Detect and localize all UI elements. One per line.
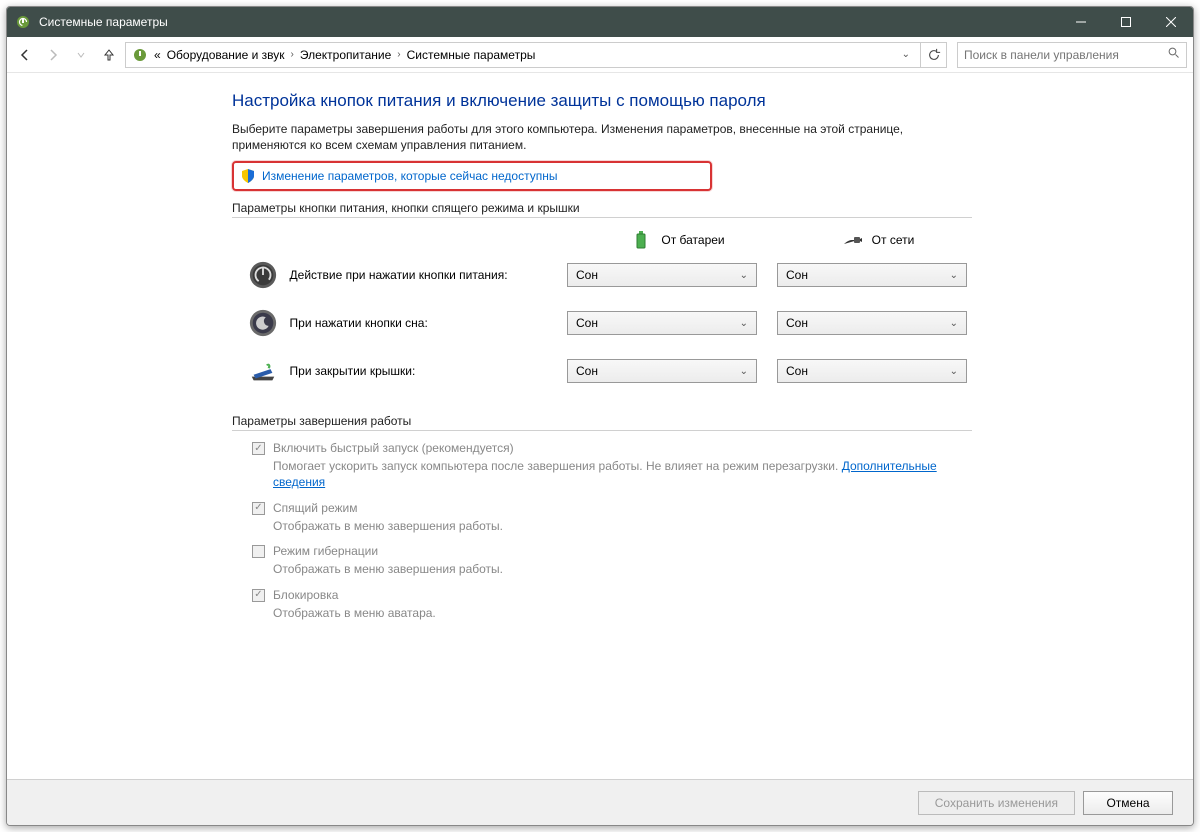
checkbox-desc: Отображать в меню аватара. [273, 606, 972, 622]
row-label: При нажатии кнопки сна: [290, 316, 567, 330]
chevron-right-icon: › [291, 49, 294, 60]
plug-icon [840, 228, 864, 252]
row-label: Действие при нажатии кнопки питания: [290, 268, 567, 282]
checkbox-label: Режим гибернации [273, 544, 378, 558]
page-title: Настройка кнопок питания и включение защ… [232, 91, 1173, 111]
breadcrumb-item[interactable]: Электропитание [300, 48, 391, 62]
fast-startup-checkbox[interactable] [252, 442, 265, 455]
chevron-down-icon: ⌄ [950, 270, 958, 281]
search-icon[interactable] [1168, 47, 1180, 62]
battery-column-header: От батареи [587, 228, 767, 252]
minimize-button[interactable] [1058, 7, 1103, 37]
close-button[interactable] [1148, 7, 1193, 37]
forward-button[interactable] [41, 43, 65, 67]
footer: Сохранить изменения Отмена [7, 779, 1193, 825]
breadcrumb[interactable]: « Оборудование и звук › Электропитание ›… [125, 42, 921, 68]
power-button-icon [247, 258, 280, 292]
checkbox-desc: Помогает ускорить запуск компьютера посл… [273, 459, 972, 490]
laptop-lid-icon [247, 354, 280, 388]
checkbox-label: Блокировка [273, 588, 338, 602]
chevron-down-icon: ⌄ [740, 366, 748, 377]
power-section-label: Параметры кнопки питания, кнопки спящего… [232, 201, 972, 218]
checkbox-desc: Отображать в меню завершения работы. [273, 562, 972, 578]
lid-battery-select[interactable]: Сон⌄ [567, 359, 757, 383]
app-icon [15, 14, 31, 30]
breadcrumb-prefix[interactable]: « [154, 48, 161, 62]
sleep-checkbox[interactable] [252, 502, 265, 515]
page-description: Выберите параметры завершения работы для… [232, 121, 972, 153]
maximize-button[interactable] [1103, 7, 1148, 37]
change-unavailable-link[interactable]: Изменение параметров, которые сейчас нед… [262, 169, 558, 183]
sleep-row: Спящий режим [252, 501, 972, 515]
chevron-down-icon: ⌄ [950, 366, 958, 377]
chevron-down-icon: ⌄ [740, 270, 748, 281]
lid-ac-select[interactable]: Сон⌄ [777, 359, 967, 383]
hibernate-row: Режим гибернации [252, 544, 972, 558]
breadcrumb-item[interactable]: Оборудование и звук [167, 48, 285, 62]
shutdown-section-label: Параметры завершения работы [232, 414, 972, 431]
sleep-button-row: При нажатии кнопки сна: Сон⌄ Сон⌄ [247, 306, 967, 340]
sleep-button-ac-select[interactable]: Сон⌄ [777, 311, 967, 335]
sleep-button-icon [247, 306, 280, 340]
admin-link-row[interactable]: Изменение параметров, которые сейчас нед… [232, 161, 712, 191]
shield-icon [240, 168, 256, 184]
power-grid: От батареи От сети Действие при нажатии … [247, 228, 967, 388]
battery-icon [629, 228, 653, 252]
power-button-battery-select[interactable]: Сон⌄ [567, 263, 757, 287]
content-area: Настройка кнопок питания и включение защ… [7, 73, 1193, 779]
shutdown-options: Включить быстрый запуск (рекомендуется) … [252, 441, 972, 621]
lock-checkbox[interactable] [252, 589, 265, 602]
refresh-button[interactable] [921, 42, 947, 68]
sleep-button-battery-select[interactable]: Сон⌄ [567, 311, 757, 335]
ac-column-header: От сети [787, 228, 967, 252]
cancel-button[interactable]: Отмена [1083, 791, 1173, 815]
lock-row: Блокировка [252, 588, 972, 602]
chevron-down-icon: ⌄ [740, 318, 748, 329]
chevron-down-icon[interactable]: ⌄ [902, 49, 914, 60]
save-button[interactable]: Сохранить изменения [918, 791, 1075, 815]
search-input[interactable] [957, 42, 1187, 68]
address-bar: « Оборудование и звук › Электропитание ›… [7, 37, 1193, 73]
back-button[interactable] [13, 43, 37, 67]
app-icon [132, 47, 148, 63]
hibernate-checkbox[interactable] [252, 545, 265, 558]
fast-startup-row: Включить быстрый запуск (рекомендуется) [252, 441, 972, 455]
recent-dropdown[interactable] [69, 43, 93, 67]
checkbox-label: Включить быстрый запуск (рекомендуется) [273, 441, 514, 455]
power-button-row: Действие при нажатии кнопки питания: Сон… [247, 258, 967, 292]
checkbox-desc: Отображать в меню завершения работы. [273, 519, 972, 535]
checkbox-label: Спящий режим [273, 501, 357, 515]
power-button-ac-select[interactable]: Сон⌄ [777, 263, 967, 287]
window-title: Системные параметры [39, 15, 1058, 29]
search-field[interactable] [964, 48, 1168, 62]
breadcrumb-item[interactable]: Системные параметры [407, 48, 536, 62]
chevron-down-icon: ⌄ [950, 318, 958, 329]
chevron-right-icon: › [397, 49, 400, 60]
titlebar: Системные параметры [7, 7, 1193, 37]
lid-close-row: При закрытии крышки: Сон⌄ Сон⌄ [247, 354, 967, 388]
up-button[interactable] [97, 43, 121, 67]
row-label: При закрытии крышки: [290, 364, 567, 378]
